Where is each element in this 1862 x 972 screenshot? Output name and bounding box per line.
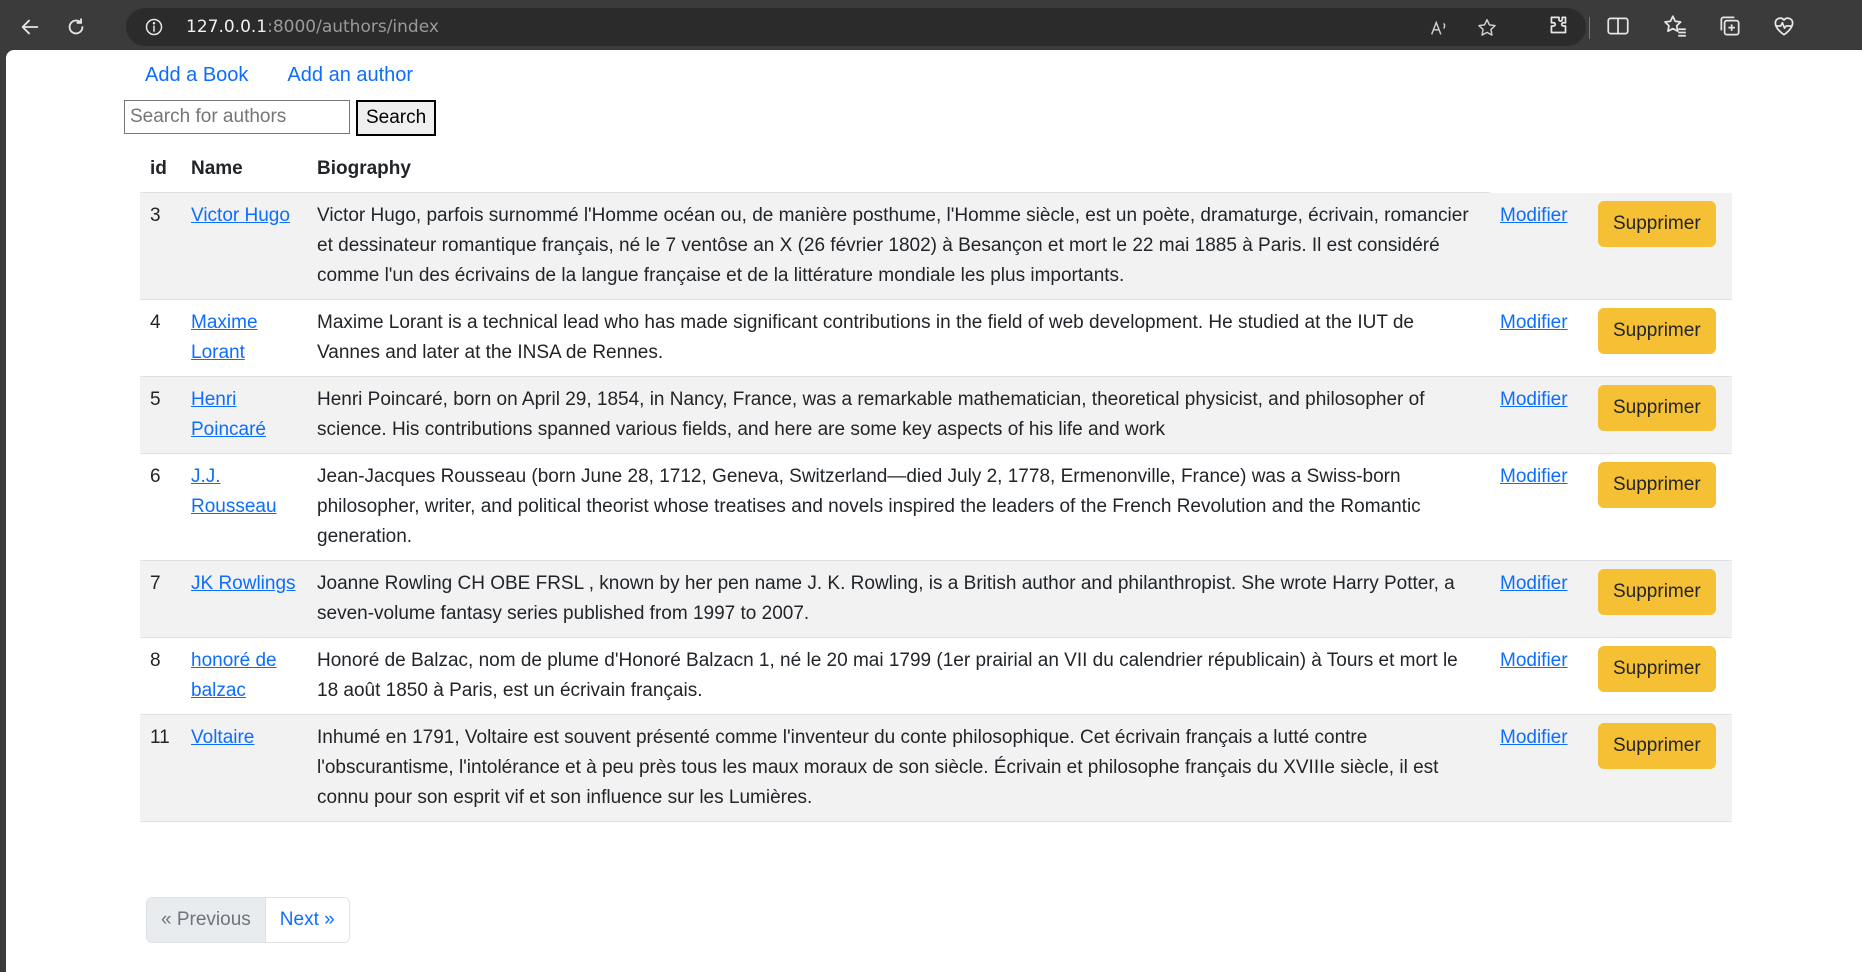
add-author-link[interactable]: Add an author [287, 64, 413, 87]
previous-page-button: « Previous [147, 898, 266, 942]
header-biography: Biography [307, 143, 1490, 193]
read-aloud-icon[interactable] [1428, 17, 1450, 39]
favorites-icon[interactable] [1662, 13, 1688, 39]
table-header-row: id Name Biography [140, 143, 1732, 193]
edit-link[interactable]: Modifier [1500, 466, 1568, 487]
edit-link[interactable]: Modifier [1500, 389, 1568, 410]
toolbar-separator [1589, 17, 1590, 39]
table-row: 3 Victor Hugo Victor Hugo, parfois surno… [140, 192, 1732, 300]
table-row: 6 J.J. Rousseau Jean-Jacques Rousseau (b… [140, 453, 1732, 561]
top-navigation: Add a Book Add an author [145, 64, 413, 87]
author-biography: Inhumé en 1791, Voltaire est souvent pré… [307, 714, 1490, 822]
table-row: 8 honoré de balzac Honoré de Balzac, nom… [140, 637, 1732, 715]
back-button[interactable] [12, 9, 48, 45]
header-id: id [140, 143, 181, 193]
author-biography: Joanne Rowling CH OBE FRSL , known by he… [307, 560, 1490, 638]
heart-pulse-icon[interactable] [1771, 13, 1797, 39]
author-name-link[interactable]: Victor Hugo [191, 205, 290, 226]
author-biography: Maxime Lorant is a technical lead who ha… [307, 299, 1490, 377]
author-name-link[interactable]: Voltaire [191, 727, 254, 748]
delete-button[interactable]: Supprimer [1598, 308, 1716, 354]
delete-button[interactable]: Supprimer [1598, 723, 1716, 769]
author-id: 3 [140, 192, 181, 300]
delete-button[interactable]: Supprimer [1598, 385, 1716, 431]
header-delete [1588, 143, 1732, 193]
refresh-icon [68, 18, 84, 35]
author-biography: Honoré de Balzac, nom de plume d'Honoré … [307, 637, 1490, 715]
pagination: « Previous Next » [146, 897, 350, 943]
edit-link[interactable]: Modifier [1500, 312, 1568, 333]
header-name: Name [181, 143, 307, 193]
search-button[interactable]: Search [356, 100, 437, 136]
delete-button[interactable]: Supprimer [1598, 200, 1716, 247]
author-id: 7 [140, 560, 181, 638]
author-biography: Jean-Jacques Rousseau (born June 28, 171… [307, 453, 1490, 561]
star-icon[interactable] [1476, 17, 1498, 39]
table-row: 11 Voltaire Inhumé en 1791, Voltaire est… [140, 714, 1732, 822]
url-path: :8000/authors/index [267, 17, 439, 37]
author-biography: Victor Hugo, parfois surnommé l'Homme oc… [307, 192, 1490, 300]
delete-button[interactable]: Supprimer [1598, 462, 1716, 508]
search-form: Search [124, 100, 437, 136]
edit-link[interactable]: Modifier [1500, 650, 1568, 671]
author-name-link[interactable]: honoré de balzac [191, 650, 277, 701]
url-host: 127.0.0.1 [186, 17, 268, 37]
url-text[interactable]: 127.0.0.1:8000/authors/index [186, 17, 439, 37]
edit-link[interactable]: Modifier [1500, 205, 1568, 226]
page-viewport: Add a Book Add an author Search id Name … [6, 50, 1862, 972]
header-edit [1490, 143, 1588, 193]
puzzle-icon[interactable] [1546, 13, 1572, 39]
collections-icon[interactable] [1717, 13, 1743, 39]
page-content: Add a Book Add an author Search id Name … [6, 50, 1862, 972]
search-input[interactable] [124, 100, 350, 134]
edit-link[interactable]: Modifier [1500, 573, 1568, 594]
author-biography: Henri Poincaré, born on April 29, 1854, … [307, 376, 1490, 454]
author-id: 8 [140, 637, 181, 715]
table-row: 4 Maxime Lorant Maxime Lorant is a techn… [140, 299, 1732, 377]
author-id: 6 [140, 453, 181, 561]
edit-link[interactable]: Modifier [1500, 727, 1568, 748]
author-name-link[interactable]: JK Rowlings [191, 573, 296, 594]
author-id: 5 [140, 376, 181, 454]
table-row: 7 JK Rowlings Joanne Rowling CH OBE FRSL… [140, 560, 1732, 638]
author-name-link[interactable]: Henri Poincaré [191, 389, 266, 440]
author-name-link[interactable]: J.J. Rousseau [191, 466, 277, 517]
back-arrow-icon [21, 19, 39, 35]
delete-button[interactable]: Supprimer [1598, 569, 1716, 615]
add-book-link[interactable]: Add a Book [145, 64, 248, 87]
table-row: 5 Henri Poincaré Henri Poincaré, born on… [140, 376, 1732, 454]
split-screen-icon[interactable] [1605, 13, 1631, 39]
author-id: 4 [140, 299, 181, 377]
author-name-link[interactable]: Maxime Lorant [191, 312, 258, 363]
delete-button[interactable]: Supprimer [1598, 646, 1716, 692]
refresh-button[interactable] [58, 9, 94, 45]
address-bar[interactable]: 127.0.0.1:8000/authors/index [126, 8, 1586, 46]
author-id: 11 [140, 714, 181, 822]
next-page-link[interactable]: Next » [265, 898, 349, 942]
browser-toolbar: 127.0.0.1:8000/authors/index [0, 0, 1862, 54]
authors-table: id Name Biography 3 Victor Hugo Victor H… [140, 143, 1732, 822]
info-icon[interactable] [144, 17, 164, 37]
